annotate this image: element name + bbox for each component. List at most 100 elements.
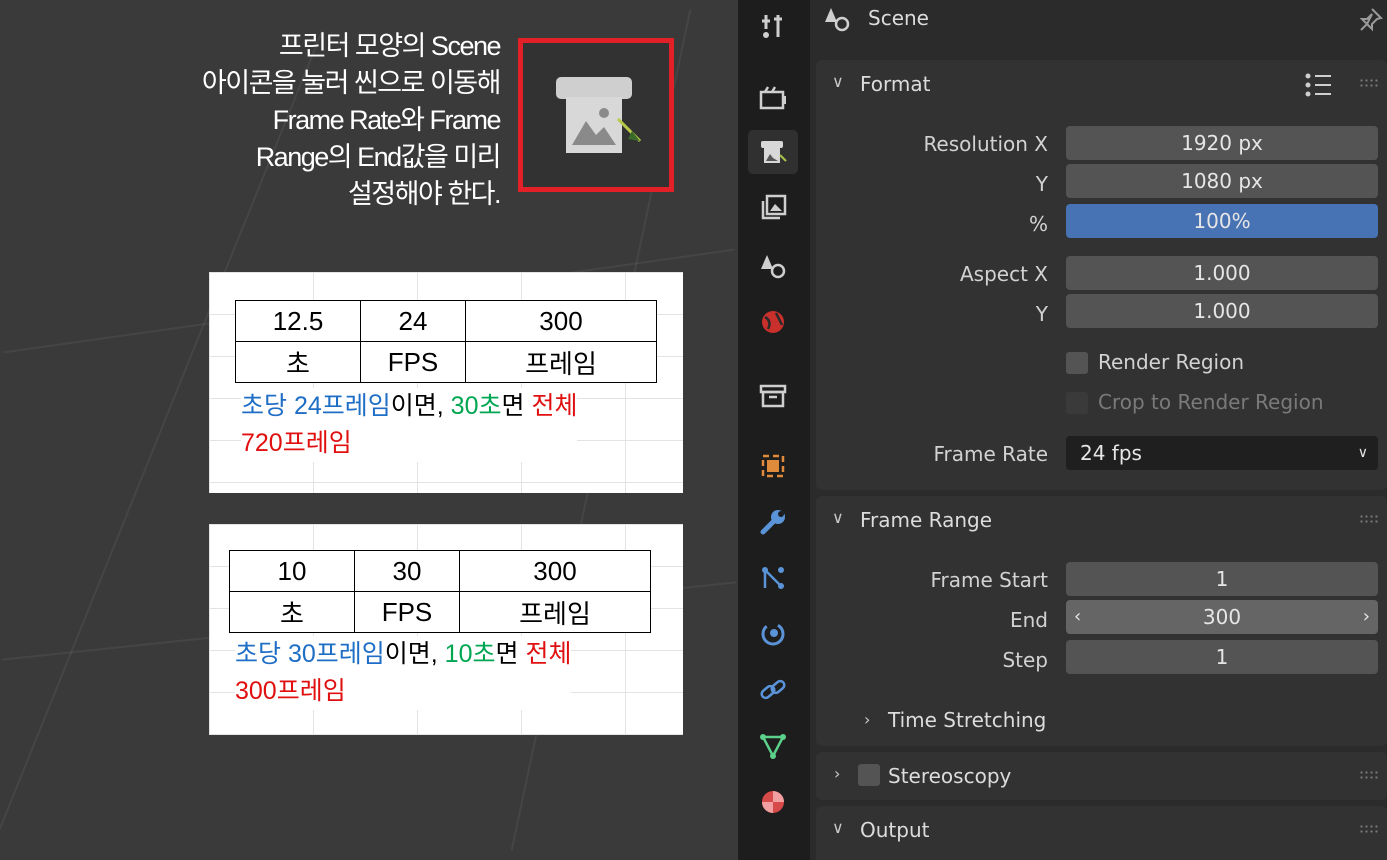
tab-modifier[interactable] [748,500,798,544]
tab-data[interactable] [748,724,798,768]
particles-icon [762,567,784,589]
chevron-down-icon: ∨ [1357,445,1368,461]
note-connector: 이면, [390,392,451,420]
stereoscopy-checkbox[interactable] [858,764,880,786]
chevron-down-icon[interactable]: ∨ [832,818,844,837]
fps-label: FPS [354,591,460,633]
context-title: Scene [868,6,929,30]
example-note: 초당 30프레임이면, 10초면 전체 300프레임 [235,636,572,710]
properties-tab-bar [738,0,810,860]
tab-render[interactable] [748,76,798,120]
collection-icon [759,384,787,408]
frame-step-label: Step [1002,648,1048,672]
scene-icon [825,8,850,32]
frame-step-field[interactable]: 1 [1066,640,1378,674]
tab-output[interactable] [748,130,798,174]
material-icon [762,791,784,813]
frame-rate-label: Frame Rate [933,442,1048,466]
seconds-label: 초 [235,341,361,383]
drag-handle[interactable] [1359,514,1379,524]
panel-title[interactable]: Output [860,818,929,842]
frames-label: 프레임 [465,341,657,383]
data-icon [760,734,786,759]
resolution-percent-field[interactable]: 100% [1066,204,1378,238]
chevron-down-icon[interactable]: ∨ [832,72,844,91]
frames-value: 300 [459,550,651,592]
chevron-right-icon[interactable]: › [864,710,870,729]
tab-tool[interactable] [748,4,798,48]
note-total-frames: 300프레임 [235,677,346,705]
scene-icon [761,255,786,279]
frame-rate-value: 24 fps [1080,441,1142,465]
render-region-label[interactable]: Render Region [1098,350,1244,374]
drag-handle[interactable] [1359,824,1379,834]
tab-world[interactable] [748,300,798,344]
properties-editor: Scene ∨ Format Resolution X 1920 px Y 10… [810,0,1387,860]
output-icon [761,141,787,163]
3d-viewport[interactable]: 프린터 모양의 Scene 아이콘을 눌러 씬으로 이동해 Frame Rate… [0,0,738,860]
panel-title[interactable]: Frame Range [860,508,992,532]
aspect-y-field[interactable]: 1.000 [1066,294,1378,328]
panel-title[interactable]: Stereoscopy [888,764,1011,788]
world-icon [762,311,784,333]
note-total-part: 전체 [531,392,578,420]
tab-material[interactable] [748,780,798,824]
seconds-label: 초 [229,591,355,633]
presets-list-icon[interactable] [1304,72,1334,98]
seconds-value: 10 [229,550,355,592]
frame-end-field[interactable]: ‹ 300 › [1066,600,1378,634]
resolution-x-field[interactable]: 1920 px [1066,126,1378,160]
view-layer-icon [761,194,787,220]
note-total-frames: 720프레임 [241,429,352,457]
note-total-part: 전체 [525,640,572,668]
render-icon [759,86,786,110]
chevron-right-icon[interactable]: › [834,764,840,783]
pin-icon[interactable] [1358,6,1384,32]
physics-icon [761,622,785,646]
tool-icon [762,15,782,38]
format-panel: ∨ Format Resolution X 1920 px Y 1080 px … [816,60,1387,490]
output-panel: ∨ Output [816,806,1387,860]
frames-label: 프레임 [459,591,651,633]
crop-region-label[interactable]: Crop to Render Region [1098,390,1324,414]
resolution-x-label: Resolution X [923,132,1048,156]
frame-start-label: Frame Start [930,568,1048,592]
fps-label: FPS [360,341,466,383]
note-connector: 이면, [384,640,445,668]
frame-rate-dropdown[interactable]: 24 fps ∨ [1066,436,1378,470]
decrement-arrow-icon[interactable]: ‹ [1074,600,1081,634]
tab-constraints[interactable] [748,668,798,712]
tab-physics[interactable] [748,612,798,656]
tab-scene[interactable] [748,244,798,288]
resolution-y-field[interactable]: 1080 px [1066,164,1378,198]
instruction-line: Range의 End값을 미리 [255,142,502,172]
printer-scene-icon [556,77,642,153]
tab-particles[interactable] [748,556,798,600]
render-region-checkbox[interactable] [1066,352,1088,374]
note-fps-part: 초당 24프레임 [241,392,391,420]
instruction-line: 프린터 모양의 Scene [278,31,502,61]
panel-title[interactable]: Format [860,72,930,96]
frame-end-label: End [1009,608,1048,632]
aspect-x-field[interactable]: 1.000 [1066,256,1378,290]
chevron-down-icon[interactable]: ∨ [832,508,844,527]
frame-start-field[interactable]: 1 [1066,562,1378,596]
drag-handle[interactable] [1359,770,1379,780]
crop-region-checkbox[interactable] [1066,392,1088,414]
tab-view-layer[interactable] [748,186,798,230]
frame-end-value: 300 [1202,605,1242,629]
instruction-line: 아이콘을 눌러 씬으로 이동해 [201,68,502,98]
fps-value: 30 [354,550,460,592]
increment-arrow-icon[interactable]: › [1363,600,1370,634]
tab-object[interactable] [748,444,798,488]
instruction-line: Frame Rate와 Frame [272,105,502,135]
fps-value: 24 [360,300,466,342]
frames-value: 300 [465,300,657,342]
example-table: 10 30 300 초 FPS 프레임 [229,550,651,633]
time-stretching-subpanel[interactable]: Time Stretching [888,708,1046,732]
instruction-text: 프린터 모양의 Scene 아이콘을 눌러 씬으로 이동해 Frame Rate… [120,28,502,213]
stereoscopy-panel: › Stereoscopy [816,752,1387,800]
tab-collection[interactable] [748,374,798,418]
example-note: 초당 24프레임이면, 30초면 전체 720프레임 [241,388,578,462]
drag-handle[interactable] [1359,78,1379,88]
